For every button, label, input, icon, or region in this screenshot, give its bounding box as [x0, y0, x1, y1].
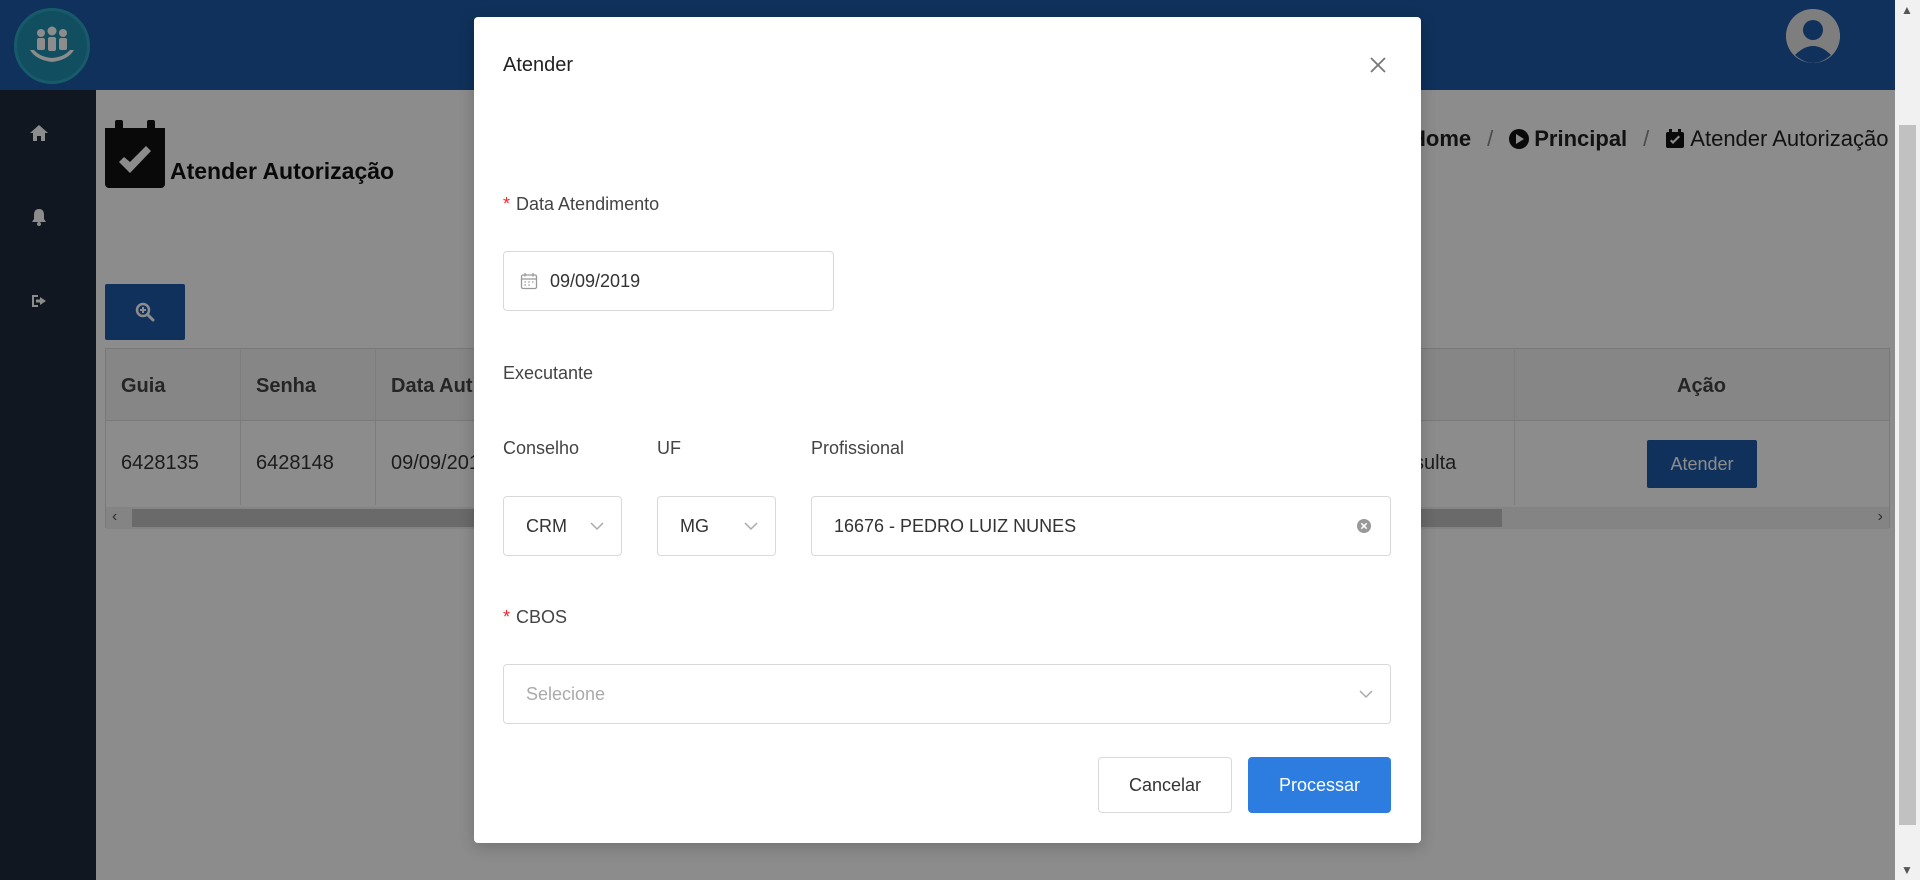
cbos-label: * CBOS — [503, 607, 567, 628]
close-icon[interactable] — [1366, 53, 1390, 77]
data-atendimento-label-text: Data Atendimento — [516, 194, 660, 214]
data-atendimento-label: * Data Atendimento — [503, 194, 659, 215]
required-mark: * — [503, 607, 511, 627]
cbos-select[interactable]: Selecione — [503, 664, 1391, 724]
modal-title: Atender — [503, 54, 574, 76]
conselho-select[interactable]: CRM — [503, 496, 622, 556]
chevron-down-icon — [744, 522, 758, 531]
clear-circle-icon[interactable] — [1356, 518, 1372, 534]
conselho-value: CRM — [526, 515, 567, 536]
process-button[interactable]: Processar — [1248, 757, 1391, 813]
vertical-scrollbar-thumb[interactable] — [1899, 125, 1916, 825]
cbos-placeholder: Selecione — [526, 683, 606, 704]
chevron-down-icon — [590, 522, 604, 531]
uf-value: MG — [680, 515, 709, 536]
data-atendimento-input[interactable]: 09/09/2019 — [503, 251, 834, 311]
vertical-scrollbar[interactable]: ▲ ▼ — [1895, 0, 1920, 880]
profissional-select[interactable]: 16676 - PEDRO LUIZ NUNES — [811, 496, 1391, 556]
profissional-value: 16676 - PEDRO LUIZ NUNES — [834, 515, 1077, 536]
data-atendimento-value: 09/09/2019 — [550, 270, 641, 291]
atender-modal: Atender * Data Atendimento 09/09/2019 Exe… — [474, 17, 1421, 843]
scroll-up-icon[interactable]: ▲ — [1901, 3, 1913, 17]
profissional-label: Profissional — [811, 438, 905, 458]
executante-label: Executante — [503, 363, 594, 383]
chevron-down-icon — [1359, 690, 1373, 699]
calendar-icon — [520, 273, 538, 290]
cancel-button[interactable]: Cancelar — [1098, 757, 1232, 813]
scroll-down-icon[interactable]: ▼ — [1901, 863, 1913, 877]
uf-label: UF — [657, 438, 681, 458]
required-mark: * — [503, 194, 511, 214]
uf-select[interactable]: MG — [657, 496, 776, 556]
conselho-label: Conselho — [503, 438, 580, 458]
cbos-label-text: CBOS — [516, 607, 568, 627]
